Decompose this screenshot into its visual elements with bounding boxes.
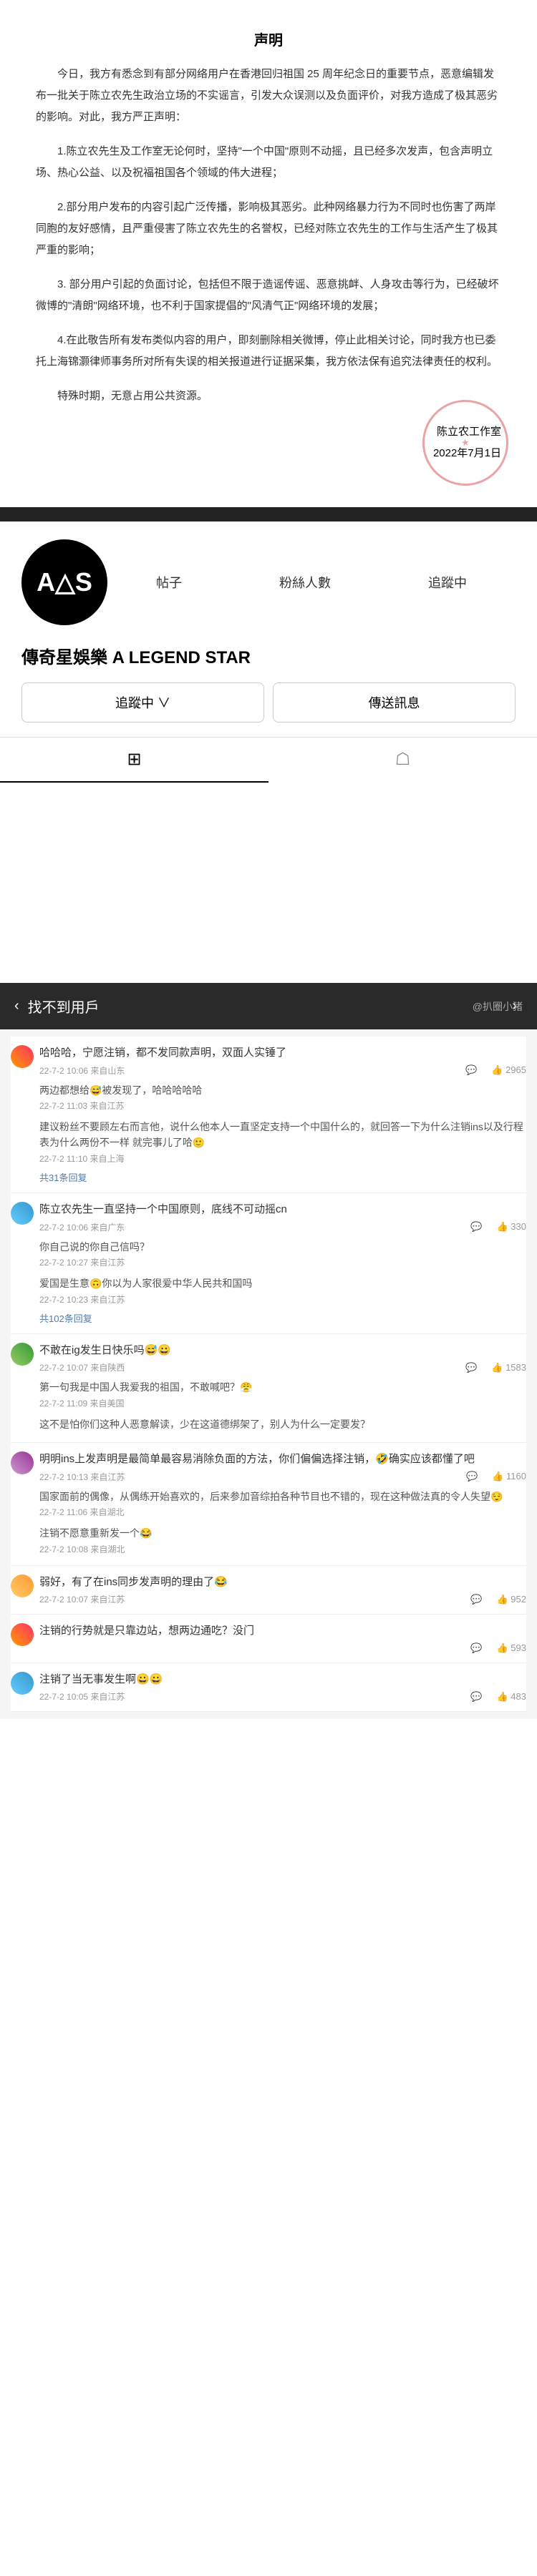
comment-text: 陈立农先生一直坚持一个中国原则，底线不可动摇cn bbox=[39, 1202, 526, 1218]
profile-name: 傳奇星娛樂 A LEGEND STAR bbox=[0, 643, 537, 682]
reply-item: 注销不愿意重新发一个😂22-7-2 10:08 来自湖北 bbox=[39, 1525, 526, 1557]
more-replies-link[interactable]: 共102条回复 bbox=[39, 1311, 526, 1325]
comment-avatar[interactable] bbox=[11, 1343, 34, 1366]
statement-intro: 今日，我方有悉念到有部分网络用户在香港回归祖国 25 周年纪念日的重要节点，恶意… bbox=[36, 64, 501, 128]
comment-text: 明明ins上发声明是最简单最容易消除负面的方法，你们偏偏选择注销，🤣确实应该都懂… bbox=[39, 1451, 526, 1468]
comment-item: 陈立农先生一直坚持一个中国原则，底线不可动摇cn22-7-2 10:06 来自广… bbox=[11, 1193, 526, 1334]
reply-item: 国家面前的偶像，从偶练开始喜欢的，后来参加音综拍各种节目也不错的，现在这种做法真… bbox=[39, 1489, 526, 1520]
reply-item: 爱国是生意🙃你以为人家很爱中华人民共和国吗22-7-2 10:23 来自江苏 bbox=[39, 1275, 526, 1307]
statement-p1: 1.陈立农先生及工作室无论何时，坚持"一个中国"原则不动摇，且已经多次发声，包含… bbox=[36, 141, 501, 184]
comment-text: 注销的行势就是只靠边站，想两边通吃？没门 bbox=[39, 1623, 526, 1640]
reply-item: 这不是怕你们这种人恶意解读，少在这道德绑架了，别人为什么一定要发？ bbox=[39, 1416, 526, 1432]
message-button[interactable]: 傳送訊息 bbox=[273, 682, 516, 723]
comment-avatar[interactable] bbox=[11, 1575, 34, 1597]
comment-text: 不敢在ig发生日快乐吗😅😀 bbox=[39, 1343, 526, 1359]
avatar[interactable]: A△S bbox=[21, 539, 107, 625]
profile-tabs: ⊞ ☖ bbox=[0, 737, 537, 783]
reply-icon[interactable]: 💬 bbox=[470, 1221, 482, 1233]
profile-stats: 帖子 粉絲人數 追蹤中 bbox=[107, 573, 516, 592]
tab-tagged[interactable]: ☖ bbox=[268, 738, 537, 783]
comments-list: 哈哈哈，宁愿注销，都不发同款声明，双面人实锤了22-7-2 10:06 来自山东… bbox=[0, 1029, 537, 1719]
reply-icon[interactable]: 💬 bbox=[470, 1691, 482, 1703]
statement-p2: 2.部分用户发布的内容引起广泛传播，影响极其恶劣。此种网络暴力行为不同时也伤害了… bbox=[36, 197, 501, 261]
like-button[interactable]: 👍 952 bbox=[497, 1594, 527, 1605]
comment-avatar[interactable] bbox=[11, 1672, 34, 1695]
stat-followers[interactable]: 粉絲人數 bbox=[279, 573, 331, 592]
comment-item: 注销了当无事发生啊😀😀22-7-2 10:05 来自江苏💬👍 483 bbox=[11, 1663, 526, 1713]
follow-button[interactable]: 追蹤中 ∨ bbox=[21, 682, 264, 723]
comment-meta: 22-7-2 10:07 来自陕西💬👍 1583 bbox=[39, 1361, 526, 1373]
comment-avatar[interactable] bbox=[11, 1045, 34, 1068]
comment-item: 注销的行势就是只靠边站，想两边通吃？没门 💬 👍 593 bbox=[11, 1615, 526, 1663]
reply-icon[interactable]: 💬 bbox=[470, 1594, 482, 1605]
statement-document: 声明 今日，我方有悉念到有部分网络用户在香港回归祖国 25 周年纪念日的重要节点… bbox=[0, 0, 537, 507]
user-not-found-bar: ‹ 找不到用戶 › @扒圈小猪 bbox=[0, 983, 537, 1029]
statement-p3: 3. 部分用户引起的负面讨论，包括但不限于造谣传谣、恶意挑衅、人身攻击等行为，已… bbox=[36, 274, 501, 317]
like-button[interactable]: 👍 330 bbox=[497, 1221, 527, 1233]
reply-icon[interactable]: 💬 bbox=[466, 1471, 478, 1482]
comment-meta: 22-7-2 10:05 来自江苏💬👍 483 bbox=[39, 1690, 526, 1703]
comment-item: 弱好，有了在ins同步发声明的理由了😂22-7-2 10:07 来自江苏💬👍 9… bbox=[11, 1566, 526, 1615]
reply-item: 第一句我是中国人我爱我的祖国，不敢喊吧？😤22-7-2 11:09 来自美国 bbox=[39, 1379, 526, 1411]
reply-item: 两边都想给😅被发现了，哈哈哈哈哈22-7-2 11:03 来自江苏 bbox=[39, 1082, 526, 1114]
like-button[interactable]: 👍 483 bbox=[497, 1691, 527, 1703]
reply-item: 你自己说的你自己信吗？22-7-2 10:27 来自江苏 bbox=[39, 1239, 526, 1270]
official-seal: ★ bbox=[417, 394, 514, 491]
like-button[interactable]: 👍 1160 bbox=[492, 1471, 526, 1482]
comment-item: 哈哈哈，宁愿注销，都不发同款声明，双面人实锤了22-7-2 10:06 来自山东… bbox=[11, 1037, 526, 1193]
comment-meta: 💬 👍 593 bbox=[39, 1642, 526, 1654]
statement-title: 声明 bbox=[36, 29, 501, 49]
comment-meta: 22-7-2 10:13 来自江苏💬👍 1160 bbox=[39, 1471, 526, 1483]
comment-meta: 22-7-2 10:06 来自广东💬👍 330 bbox=[39, 1221, 526, 1233]
reply-icon[interactable]: 💬 bbox=[465, 1064, 477, 1076]
profile-actions: 追蹤中 ∨ 傳送訊息 bbox=[0, 682, 537, 737]
comment-text: 注销了当无事发生啊😀😀 bbox=[39, 1672, 526, 1688]
statement-p4: 4.在此敬告所有发布类似内容的用户，即刻删除相关微博，停止此相关讨论，同时我方也… bbox=[36, 330, 501, 373]
like-button[interactable]: 👍 2965 bbox=[491, 1064, 526, 1076]
comment-text: 弱好，有了在ins同步发声明的理由了😂 bbox=[39, 1575, 526, 1591]
stat-following[interactable]: 追蹤中 bbox=[428, 573, 467, 592]
comment-text: 哈哈哈，宁愿注销，都不发同款声明，双面人实锤了 bbox=[39, 1045, 526, 1062]
more-replies-link[interactable]: 共31条回复 bbox=[39, 1170, 526, 1184]
comment-avatar[interactable] bbox=[11, 1202, 34, 1225]
watermark: @扒圈小猪 bbox=[473, 999, 523, 1014]
like-button[interactable]: 👍 593 bbox=[497, 1642, 527, 1654]
comment-item: 明明ins上发声明是最简单最容易消除负面的方法，你们偏偏选择注销，🤣确实应该都懂… bbox=[11, 1443, 526, 1566]
statement-closing: 特殊时期，无意占用公共资源。 bbox=[36, 386, 501, 407]
comment-avatar[interactable] bbox=[11, 1623, 34, 1646]
reply-icon[interactable]: 💬 bbox=[465, 1362, 477, 1373]
comment-meta: 22-7-2 10:07 来自江苏💬👍 952 bbox=[39, 1593, 526, 1605]
notfound-text: 找不到用戶 bbox=[28, 996, 100, 1017]
profile-header: A△S 帖子 粉絲人數 追蹤中 bbox=[0, 521, 537, 643]
back-icon[interactable]: ‹ bbox=[14, 998, 19, 1014]
comment-meta: 22-7-2 10:06 来自山东💬👍 2965 bbox=[39, 1064, 526, 1077]
reply-item: 建议粉丝不要顾左右而言他，说什么他本人一直坚定支持一个中国什么的，就回答一下为什… bbox=[39, 1119, 526, 1166]
reply-icon[interactable]: 💬 bbox=[470, 1642, 482, 1654]
comment-item: 不敢在ig发生日快乐吗😅😀22-7-2 10:07 来自陕西💬👍 1583第一句… bbox=[11, 1334, 526, 1443]
stat-posts[interactable]: 帖子 bbox=[156, 573, 182, 592]
empty-content bbox=[0, 783, 537, 983]
tab-grid[interactable]: ⊞ bbox=[0, 738, 268, 783]
like-button[interactable]: 👍 1583 bbox=[491, 1362, 526, 1373]
profile-section: A△S 帖子 粉絲人數 追蹤中 傳奇星娛樂 A LEGEND STAR 追蹤中 … bbox=[0, 507, 537, 983]
comment-avatar[interactable] bbox=[11, 1451, 34, 1474]
